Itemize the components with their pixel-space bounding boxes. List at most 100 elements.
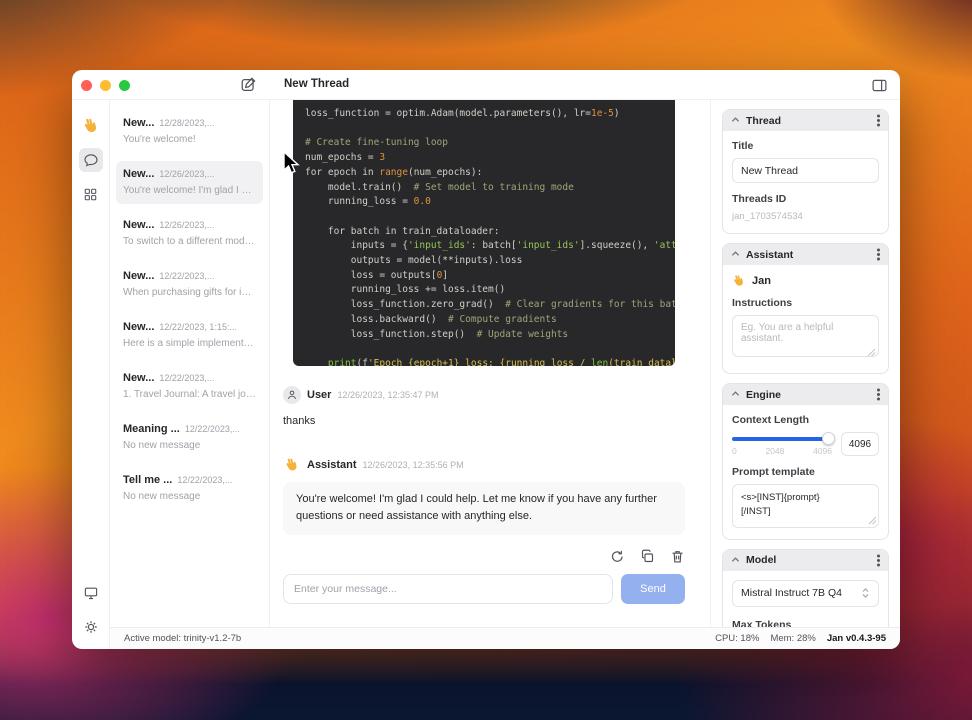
- message-timestamp: 12/26/2023, 12:35:47 PM: [337, 390, 439, 400]
- model-select-value: Mistral Instruct 7B Q4: [741, 587, 842, 600]
- chat-area: loss_function = optim.Adam(model.paramet…: [270, 100, 710, 627]
- instructions-label: Instructions: [732, 297, 793, 309]
- resize-handle-icon[interactable]: [867, 348, 876, 357]
- prompt-template-textarea[interactable]: <s>[INST]{prompt} [/INST]: [732, 484, 879, 528]
- zoom-button[interactable]: [119, 80, 130, 91]
- user-message: User 12/26/2023, 12:35:47 PM thanks: [270, 366, 710, 430]
- thread-preview: 1. Travel Journal: A travel journ...: [123, 389, 256, 400]
- jan-app-window: New Thread New... 12/28/2023,... You're …: [72, 70, 900, 649]
- model-card: Model Mistral Instruct 7B Q4 Max Tokens: [722, 548, 889, 627]
- thread-title: New...: [123, 372, 155, 384]
- kebab-menu-icon[interactable]: [877, 119, 880, 122]
- thread-title: New...: [123, 168, 155, 180]
- send-button[interactable]: Send: [621, 573, 685, 604]
- wave-hand-icon: [732, 274, 746, 288]
- context-length-slider[interactable]: [732, 432, 835, 445]
- message-text: thanks: [283, 415, 316, 427]
- active-model-status: Active model: trinity-v1.2-7b: [124, 633, 242, 644]
- titlebar: New Thread: [72, 70, 900, 100]
- thread-preview: To switch to a different model,...: [123, 236, 256, 247]
- message-input[interactable]: [283, 573, 613, 604]
- threads-id-value: jan_1703574534: [732, 211, 803, 222]
- max-tokens-label: Max Tokens: [732, 618, 792, 627]
- thread-date: 12/22/2023,...: [159, 373, 215, 383]
- card-title: Engine: [746, 388, 782, 401]
- chevron-up-icon: [731, 250, 740, 259]
- gear-icon[interactable]: [79, 615, 103, 639]
- kebab-menu-icon[interactable]: [877, 393, 880, 396]
- message-role: User: [307, 389, 332, 401]
- message-bubble: You're welcome! I'm glad I could help. L…: [283, 481, 685, 535]
- thread-list-item[interactable]: New... 12/26/2023,... You're welcome! I'…: [116, 161, 263, 204]
- engine-card-header[interactable]: Engine: [723, 384, 888, 405]
- thread-title-input[interactable]: [732, 158, 879, 183]
- model-select[interactable]: Mistral Instruct 7B Q4: [732, 579, 879, 607]
- thread-title: Tell me ...: [123, 474, 173, 486]
- thread-list-item[interactable]: Tell me ... 12/22/2023,... No new messag…: [116, 467, 263, 510]
- thread-title: New...: [123, 321, 155, 333]
- resize-handle-icon[interactable]: [868, 516, 877, 525]
- title-label: Title: [732, 140, 754, 152]
- status-bar: Active model: trinity-v1.2-7b CPU: 18% M…: [110, 627, 900, 649]
- thread-card-header[interactable]: Thread: [723, 110, 888, 131]
- chevron-up-icon: [731, 556, 740, 565]
- compose-icon[interactable]: [240, 76, 258, 94]
- kebab-menu-icon[interactable]: [877, 253, 880, 256]
- model-card-header[interactable]: Model: [723, 549, 888, 571]
- message-timestamp: 12/26/2023, 12:35:56 PM: [362, 459, 464, 470]
- message-input-row: Send: [283, 573, 685, 604]
- assistant-message: Assistant 12/26/2023, 12:35:56 PM You're…: [270, 430, 710, 535]
- copy-icon[interactable]: [640, 549, 655, 564]
- thread-list-item[interactable]: New... 12/22/2023,... When purchasing gi…: [116, 263, 263, 306]
- engine-card: Engine Context Length 0 2048 4096 4096 P…: [722, 383, 889, 540]
- chat-threads-icon[interactable]: [78, 148, 103, 172]
- apps-grid-icon[interactable]: [79, 182, 103, 206]
- chevron-up-icon: [731, 390, 740, 399]
- thread-title: New...: [123, 117, 155, 129]
- context-length-value[interactable]: 4096: [841, 432, 879, 456]
- thread-list: New... 12/28/2023,... You're welcome! Ne…: [110, 100, 270, 627]
- thread-list-item[interactable]: New... 12/26/2023,... To switch to a dif…: [116, 212, 263, 255]
- prompt-template-label: Prompt template: [732, 466, 815, 478]
- trash-icon[interactable]: [670, 549, 685, 564]
- panel-toggle-icon[interactable]: [871, 77, 888, 94]
- close-button[interactable]: [81, 80, 92, 91]
- thread-preview: No new message: [123, 440, 201, 451]
- mem-status: Mem: 28%: [770, 633, 816, 644]
- kebab-menu-icon[interactable]: [877, 558, 880, 562]
- user-avatar-icon: [283, 386, 301, 404]
- thread-card: Thread Title Threads ID jan_1703574534: [722, 109, 889, 234]
- card-title: Model: [746, 554, 777, 567]
- thread-title: Meaning ...: [123, 423, 180, 435]
- updown-chevron-icon: [861, 587, 870, 599]
- thread-list-item[interactable]: New... 12/22/2023,... 1. Travel Journal:…: [116, 365, 263, 408]
- instructions-textarea[interactable]: [732, 315, 879, 357]
- thread-date: 12/26/2023,...: [159, 220, 215, 230]
- assistant-card: Assistant Jan Instructions: [722, 243, 889, 374]
- slider-thumb[interactable]: [822, 432, 835, 445]
- settings-panel: Thread Title Threads ID jan_1703574534: [710, 100, 900, 627]
- left-icon-rail: [72, 100, 110, 649]
- thread-date: 12/22/2023,...: [177, 475, 233, 485]
- thread-date: 12/22/2023,...: [184, 424, 240, 434]
- traffic-lights: [81, 80, 130, 91]
- wave-hand-icon[interactable]: [79, 114, 103, 138]
- context-length-label: Context Length: [732, 414, 809, 426]
- thread-preview: No new message: [123, 491, 201, 502]
- regenerate-icon[interactable]: [610, 549, 625, 564]
- card-title: Thread: [746, 114, 782, 127]
- assistant-card-header[interactable]: Assistant: [723, 244, 888, 265]
- window-title: New Thread: [284, 78, 350, 90]
- thread-list-item[interactable]: Meaning ... 12/22/2023,... No new messag…: [116, 416, 263, 459]
- cpu-status: CPU: 18%: [715, 633, 760, 644]
- assistant-name: Jan: [752, 275, 771, 287]
- code-block: loss_function = optim.Adam(model.paramet…: [293, 100, 675, 366]
- minimize-button[interactable]: [100, 80, 111, 91]
- thread-date: 12/26/2023,...: [159, 169, 215, 179]
- monitor-icon[interactable]: [79, 581, 103, 605]
- thread-preview: You're welcome!: [123, 134, 196, 145]
- threads-id-label: Threads ID: [732, 193, 787, 205]
- thread-date: 12/22/2023, 1:15:...: [159, 322, 237, 332]
- thread-list-item[interactable]: New... 12/22/2023, 1:15:... Here is a si…: [116, 314, 263, 357]
- thread-list-item[interactable]: New... 12/28/2023,... You're welcome!: [116, 110, 263, 153]
